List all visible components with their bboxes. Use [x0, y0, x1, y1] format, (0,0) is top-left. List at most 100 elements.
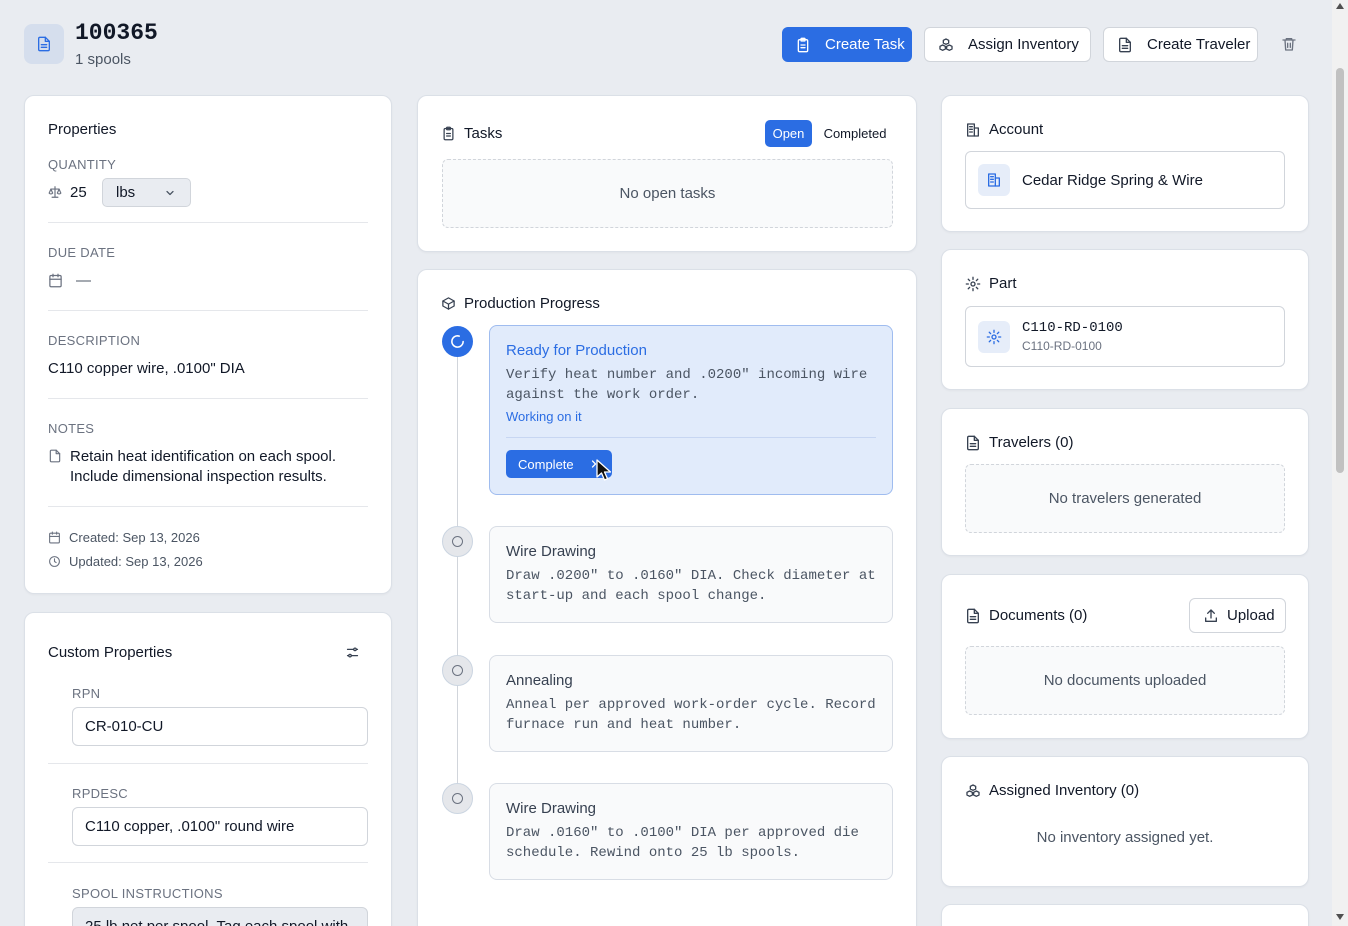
description-label: DESCRIPTION	[48, 333, 141, 348]
step-description: Verify heat number and .0200" incoming w…	[506, 367, 868, 403]
quantity-value: 25	[70, 184, 87, 201]
documents-header: Documents (0)	[965, 607, 1087, 624]
part-header: Part	[965, 275, 1017, 292]
step-title: Wire Drawing	[506, 800, 597, 817]
scroll-up-arrow-icon[interactable]	[1336, 3, 1344, 9]
scale-icon	[48, 186, 62, 198]
travelers-header: Travelers (0)	[965, 434, 1073, 451]
step-status-pending-icon	[442, 783, 473, 814]
step-status: Working on it	[506, 409, 582, 424]
spool-instructions-field[interactable]: 25 lb net per spool. Tag each spool with	[72, 907, 368, 926]
scroll-down-arrow-icon[interactable]	[1336, 914, 1344, 920]
mouse-cursor-icon	[596, 459, 612, 481]
rpdesc-field[interactable]: C110 copper, .0100" round wire	[72, 807, 368, 846]
step-status-pending-icon	[442, 526, 473, 557]
page-title: 100365	[75, 20, 158, 46]
step-description: Draw .0160" to .0100" DIA per approved d…	[506, 825, 859, 861]
documents-title: Documents (0)	[989, 607, 1088, 624]
trash-icon[interactable]	[1281, 36, 1297, 52]
travelers-title: Travelers (0)	[989, 434, 1074, 451]
rpn-field[interactable]: CR-010-CU	[72, 707, 368, 746]
file-text-icon	[967, 608, 979, 623]
travelers-empty-state: No travelers generated	[965, 464, 1285, 533]
production-step: Ready for Production Verify heat number …	[489, 325, 893, 495]
part-number: C110-RD-0100	[1022, 320, 1123, 336]
clock-icon	[49, 556, 60, 567]
tab-completed[interactable]: Completed	[818, 120, 892, 147]
gear-icon	[978, 321, 1010, 353]
account-link[interactable]: Cedar Ridge Spring & Wire	[965, 151, 1285, 209]
file-text-icon	[1119, 37, 1131, 52]
updated-meta: Updated: Sep 13, 2026	[48, 554, 203, 569]
documents-empty-state: No documents uploaded	[965, 646, 1285, 715]
account-header: Account	[965, 121, 1043, 138]
step-title: Ready for Production	[506, 342, 647, 359]
inventory-title: Assigned Inventory (0)	[989, 782, 1140, 799]
account-title: Account	[989, 121, 1044, 138]
properties-card: Properties QUANTITY 25 lbs DUE DATE — DE…	[24, 95, 392, 594]
unit-value: lbs	[116, 184, 136, 201]
notes-line-1: Retain heat identification on each spool…	[70, 448, 337, 465]
upload-icon	[1205, 608, 1217, 622]
upload-label: Upload	[1227, 607, 1275, 624]
rpdesc-value: C110 copper, .0100" round wire	[85, 818, 295, 835]
part-card: Part C110-RD-0100 C110-RD-0100	[941, 249, 1309, 390]
production-step: Wire Drawing Draw .0160" to .0100" DIA p…	[489, 783, 893, 880]
assign-inventory-label: Assign Inventory	[968, 36, 1079, 53]
assigned-inventory-card: Assigned Inventory (0) No inventory assi…	[941, 756, 1309, 887]
step-description: Anneal per approved work-order cycle. Re…	[506, 697, 876, 733]
calendar-icon	[49, 273, 62, 288]
step-status-pending-icon	[442, 655, 473, 686]
unit-select[interactable]: lbs	[102, 178, 191, 207]
create-task-button[interactable]: Create Task	[782, 27, 912, 62]
page-subtitle: 1 spools	[75, 51, 131, 68]
inventory-empty-state: No inventory assigned yet.	[1036, 829, 1214, 846]
custom-properties-title: Custom Properties	[48, 644, 173, 661]
documents-card: Documents (0) Upload No documents upload…	[941, 574, 1309, 739]
custom-properties-card: Custom Properties RPN CR-010-CU RPDESC C…	[24, 612, 392, 926]
notes-line-2: Include dimensional inspection results.	[70, 468, 327, 485]
tab-open[interactable]: Open	[765, 120, 812, 147]
tasks-header: Tasks	[441, 125, 502, 142]
custom-field-label: SPOOL INSTRUCTIONS	[72, 886, 223, 901]
created-meta: Created: Sep 13, 2026	[48, 530, 200, 545]
create-traveler-button[interactable]: Create Traveler	[1103, 27, 1258, 62]
assign-inventory-button[interactable]: Assign Inventory	[924, 27, 1091, 62]
timeline-line	[457, 340, 458, 802]
tasks-title: Tasks	[464, 125, 503, 142]
scrollbar-thumb[interactable]	[1336, 68, 1344, 473]
part-title: Part	[989, 275, 1017, 292]
clipboard-icon	[443, 126, 454, 141]
rpn-value: CR-010-CU	[85, 718, 164, 735]
production-header: Production Progress	[441, 295, 600, 312]
step-title: Wire Drawing	[506, 543, 597, 560]
create-traveler-label: Create Traveler	[1147, 36, 1251, 53]
sliders-icon[interactable]	[345, 645, 360, 660]
created-text: Created: Sep 13, 2026	[69, 530, 200, 545]
description-value: C110 copper wire, .0100" DIA	[48, 360, 245, 377]
notes-label: NOTES	[48, 421, 95, 436]
updated-text: Updated: Sep 13, 2026	[69, 554, 203, 569]
spool-instructions-value: 25 lb net per spool. Tag each spool with	[85, 918, 348, 926]
due-date-label: DUE DATE	[48, 245, 116, 260]
quantity-label: QUANTITY	[48, 157, 117, 172]
production-title: Production Progress	[464, 295, 600, 312]
clipboard-icon	[797, 37, 809, 52]
chevron-down-icon	[166, 190, 174, 196]
custom-field-label: RPDESC	[72, 786, 128, 801]
account-name: Cedar Ridge Spring & Wire	[1022, 172, 1203, 189]
document-icon	[24, 24, 64, 64]
tasks-empty-state: No open tasks	[442, 159, 893, 228]
tasks-card: Tasks Open Completed No open tasks	[417, 95, 917, 252]
properties-title: Properties	[48, 121, 117, 138]
part-link[interactable]: C110-RD-0100 C110-RD-0100	[965, 306, 1285, 367]
upload-button[interactable]: Upload	[1189, 598, 1286, 633]
inventory-header: Assigned Inventory (0)	[965, 782, 1139, 799]
production-step: Wire Drawing Draw .0200" to .0160" DIA. …	[489, 526, 893, 623]
production-progress-card: Production Progress Ready for Production…	[417, 269, 917, 926]
building-icon	[967, 122, 979, 137]
production-step: Annealing Anneal per approved work-order…	[489, 655, 893, 752]
scrollbar[interactable]	[1332, 0, 1348, 926]
step-title: Annealing	[506, 672, 573, 689]
building-icon	[978, 164, 1010, 196]
